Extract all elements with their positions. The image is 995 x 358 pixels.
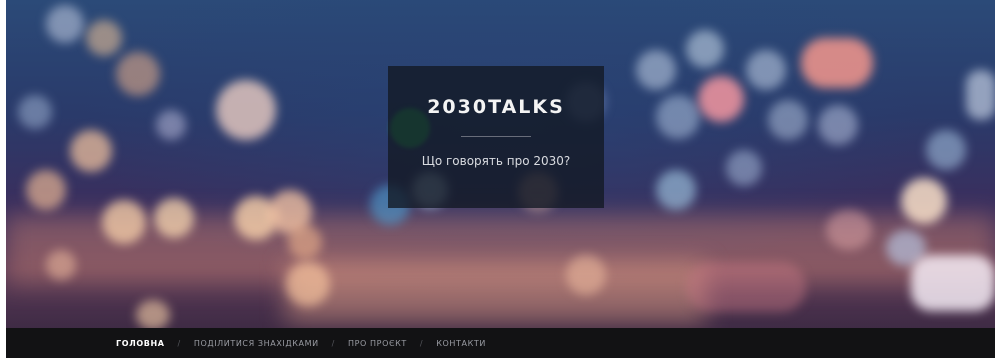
nav-separator: / xyxy=(177,338,181,348)
page: 2030TALKS Що говорять про 2030? ГОЛОВНА … xyxy=(0,0,995,358)
bokeh-light xyxy=(686,262,806,312)
bokeh-light xyxy=(154,198,194,238)
title-divider xyxy=(461,136,531,137)
site-title-box: 2030TALKS Що говорять про 2030? xyxy=(388,66,604,208)
bokeh-light xyxy=(566,255,606,295)
bokeh-light xyxy=(901,178,947,224)
bokeh-light xyxy=(216,80,276,140)
bokeh-light xyxy=(46,250,76,280)
bokeh-light xyxy=(26,170,66,210)
site-tagline: Що говорять про 2030? xyxy=(421,154,571,168)
nav-separator: / xyxy=(419,338,424,348)
bokeh-light xyxy=(698,76,744,122)
bokeh-light xyxy=(826,210,872,250)
bokeh-light xyxy=(746,50,786,90)
bokeh-light xyxy=(686,30,724,68)
bokeh-light xyxy=(656,95,700,139)
bokeh-light xyxy=(768,100,808,140)
bokeh-light xyxy=(288,225,322,259)
site-title[interactable]: 2030TALKS xyxy=(388,96,604,118)
bokeh-light xyxy=(116,52,160,96)
bokeh-light xyxy=(70,130,112,172)
nav-item-share-findings[interactable]: ПОДІЛИТИСЯ ЗНАХІДКАМИ xyxy=(194,339,319,348)
nav-item-contacts[interactable]: КОНТАКТИ xyxy=(436,339,486,348)
bokeh-light xyxy=(966,70,995,120)
bokeh-light xyxy=(818,105,858,145)
bokeh-light xyxy=(156,110,186,140)
bokeh-light xyxy=(726,150,762,186)
bokeh-light xyxy=(286,262,330,306)
bokeh-light xyxy=(102,200,146,244)
bokeh-light xyxy=(46,5,84,43)
nav-item-home[interactable]: ГОЛОВНА xyxy=(116,339,165,348)
bokeh-light xyxy=(136,300,170,328)
city-light-glow-center xyxy=(286,262,706,322)
bokeh-light xyxy=(86,20,122,56)
bokeh-light xyxy=(911,255,995,311)
bokeh-light xyxy=(18,95,52,129)
bokeh-light xyxy=(926,130,966,170)
main-navigation: ГОЛОВНА / ПОДІЛИТИСЯ ЗНАХІДКАМИ / ПРО ПР… xyxy=(6,328,995,358)
nav-separator: / xyxy=(331,338,335,348)
bokeh-light xyxy=(801,38,873,88)
bokeh-light xyxy=(636,50,676,90)
bokeh-light xyxy=(656,170,696,210)
nav-item-about-project[interactable]: ПРО ПРОЄКТ xyxy=(348,339,407,348)
